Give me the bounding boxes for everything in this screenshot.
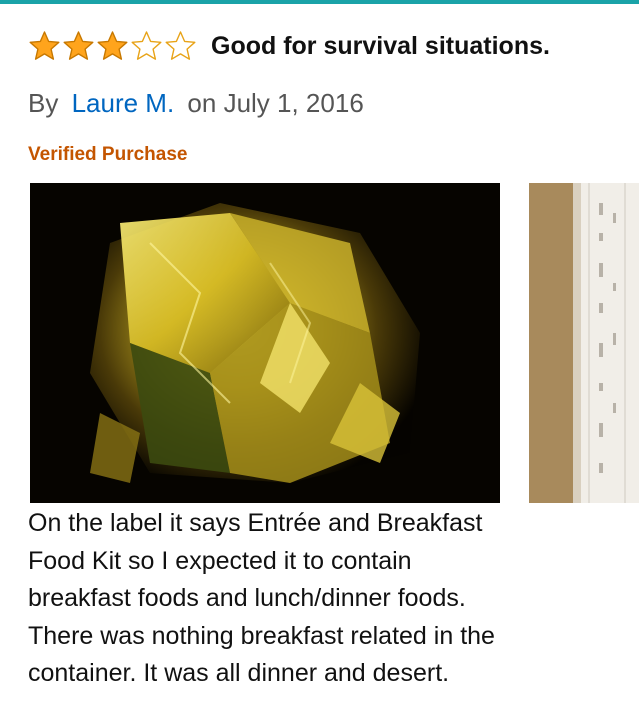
star-filled-icon <box>29 31 60 60</box>
star-filled-icon <box>63 31 94 60</box>
verified-purchase-badge: Verified Purchase <box>28 144 188 165</box>
by-label: By <box>28 88 59 118</box>
author-link[interactable]: Laure M. <box>72 88 175 118</box>
review-header: Good for survival situations. <box>28 30 550 62</box>
review-body-line: breakfast foods and lunch/dinner foods. <box>28 584 466 612</box>
review-byline: By Laure M. on July 1, 2016 <box>28 88 364 119</box>
foil-pouch-photo <box>30 183 500 503</box>
star-empty-icon <box>131 31 162 60</box>
review-body-line: There was nothing breakfast related in t… <box>28 621 495 650</box>
label-photo <box>529 183 639 503</box>
review-body-line: On the label it says Entrée and Breakfas… <box>28 509 483 537</box>
star-empty-icon <box>165 31 196 60</box>
review-body-line: container. It was all dinner and desert. <box>28 659 450 687</box>
review-photo-1[interactable] <box>30 183 500 503</box>
review-date: on July 1, 2016 <box>187 88 364 118</box>
review-title[interactable]: Good for survival situations. <box>211 32 550 61</box>
star-rating <box>28 30 197 62</box>
top-accent-rule <box>0 0 639 4</box>
review-photo-2[interactable] <box>529 183 639 503</box>
review-body: On the label it says Entrée and Breakfas… <box>28 505 628 693</box>
star-filled-icon <box>97 31 128 60</box>
review-body-line: Food Kit so I expected it to contain <box>28 546 412 575</box>
